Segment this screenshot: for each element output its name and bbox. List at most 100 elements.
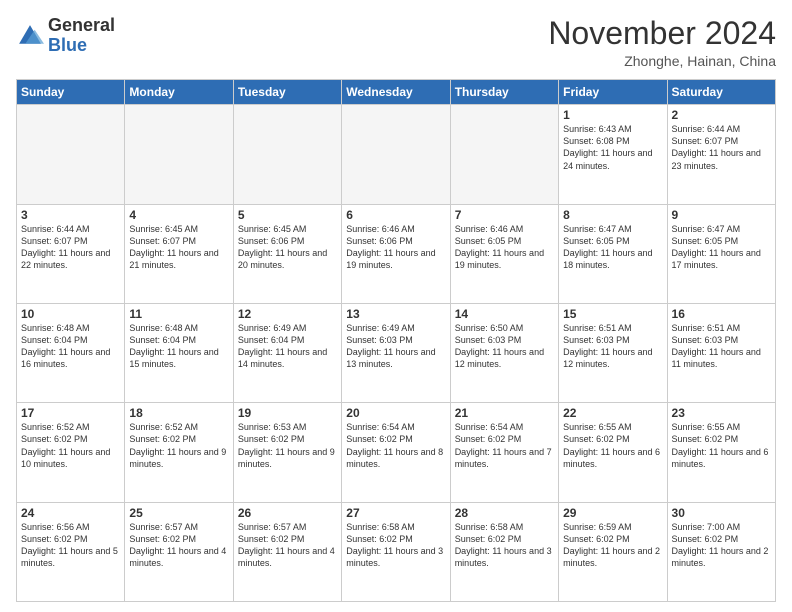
calendar-cell bbox=[450, 105, 558, 204]
calendar-cell: 12Sunrise: 6:49 AMSunset: 6:04 PMDayligh… bbox=[233, 303, 341, 402]
day-number: 19 bbox=[238, 406, 337, 420]
calendar-cell: 15Sunrise: 6:51 AMSunset: 6:03 PMDayligh… bbox=[559, 303, 667, 402]
day-number: 29 bbox=[563, 506, 662, 520]
day-info: Sunrise: 6:43 AMSunset: 6:08 PMDaylight:… bbox=[563, 123, 662, 172]
day-info: Sunrise: 6:48 AMSunset: 6:04 PMDaylight:… bbox=[21, 322, 120, 371]
day-number: 23 bbox=[672, 406, 771, 420]
col-wednesday: Wednesday bbox=[342, 80, 450, 105]
logo-icon bbox=[16, 22, 44, 50]
day-info: Sunrise: 6:55 AMSunset: 6:02 PMDaylight:… bbox=[672, 421, 771, 470]
calendar: Sunday Monday Tuesday Wednesday Thursday… bbox=[16, 79, 776, 602]
logo-general-text: General bbox=[48, 15, 115, 35]
day-info: Sunrise: 6:51 AMSunset: 6:03 PMDaylight:… bbox=[672, 322, 771, 371]
day-info: Sunrise: 6:57 AMSunset: 6:02 PMDaylight:… bbox=[129, 521, 228, 570]
col-tuesday: Tuesday bbox=[233, 80, 341, 105]
day-number: 3 bbox=[21, 208, 120, 222]
day-info: Sunrise: 7:00 AMSunset: 6:02 PMDaylight:… bbox=[672, 521, 771, 570]
day-number: 4 bbox=[129, 208, 228, 222]
location: Zhonghe, Hainan, China bbox=[548, 53, 776, 69]
calendar-cell: 29Sunrise: 6:59 AMSunset: 6:02 PMDayligh… bbox=[559, 502, 667, 601]
day-info: Sunrise: 6:52 AMSunset: 6:02 PMDaylight:… bbox=[129, 421, 228, 470]
logo-blue-text: Blue bbox=[48, 35, 87, 55]
calendar-cell: 11Sunrise: 6:48 AMSunset: 6:04 PMDayligh… bbox=[125, 303, 233, 402]
day-number: 28 bbox=[455, 506, 554, 520]
col-monday: Monday bbox=[125, 80, 233, 105]
day-number: 11 bbox=[129, 307, 228, 321]
day-info: Sunrise: 6:52 AMSunset: 6:02 PMDaylight:… bbox=[21, 421, 120, 470]
calendar-week-3: 17Sunrise: 6:52 AMSunset: 6:02 PMDayligh… bbox=[17, 403, 776, 502]
page-header: General Blue November 2024 Zhonghe, Hain… bbox=[16, 16, 776, 69]
day-number: 21 bbox=[455, 406, 554, 420]
calendar-cell: 9Sunrise: 6:47 AMSunset: 6:05 PMDaylight… bbox=[667, 204, 775, 303]
calendar-cell: 30Sunrise: 7:00 AMSunset: 6:02 PMDayligh… bbox=[667, 502, 775, 601]
calendar-cell: 3Sunrise: 6:44 AMSunset: 6:07 PMDaylight… bbox=[17, 204, 125, 303]
day-info: Sunrise: 6:50 AMSunset: 6:03 PMDaylight:… bbox=[455, 322, 554, 371]
day-number: 24 bbox=[21, 506, 120, 520]
day-info: Sunrise: 6:48 AMSunset: 6:04 PMDaylight:… bbox=[129, 322, 228, 371]
calendar-week-0: 1Sunrise: 6:43 AMSunset: 6:08 PMDaylight… bbox=[17, 105, 776, 204]
day-info: Sunrise: 6:54 AMSunset: 6:02 PMDaylight:… bbox=[346, 421, 445, 470]
day-number: 6 bbox=[346, 208, 445, 222]
day-info: Sunrise: 6:46 AMSunset: 6:05 PMDaylight:… bbox=[455, 223, 554, 272]
day-info: Sunrise: 6:49 AMSunset: 6:03 PMDaylight:… bbox=[346, 322, 445, 371]
day-number: 1 bbox=[563, 108, 662, 122]
calendar-cell: 8Sunrise: 6:47 AMSunset: 6:05 PMDaylight… bbox=[559, 204, 667, 303]
day-number: 22 bbox=[563, 406, 662, 420]
calendar-cell: 20Sunrise: 6:54 AMSunset: 6:02 PMDayligh… bbox=[342, 403, 450, 502]
calendar-header-row: Sunday Monday Tuesday Wednesday Thursday… bbox=[17, 80, 776, 105]
day-info: Sunrise: 6:57 AMSunset: 6:02 PMDaylight:… bbox=[238, 521, 337, 570]
day-info: Sunrise: 6:53 AMSunset: 6:02 PMDaylight:… bbox=[238, 421, 337, 470]
day-number: 2 bbox=[672, 108, 771, 122]
calendar-week-4: 24Sunrise: 6:56 AMSunset: 6:02 PMDayligh… bbox=[17, 502, 776, 601]
calendar-cell: 28Sunrise: 6:58 AMSunset: 6:02 PMDayligh… bbox=[450, 502, 558, 601]
day-info: Sunrise: 6:59 AMSunset: 6:02 PMDaylight:… bbox=[563, 521, 662, 570]
day-number: 25 bbox=[129, 506, 228, 520]
day-number: 12 bbox=[238, 307, 337, 321]
day-number: 20 bbox=[346, 406, 445, 420]
calendar-cell bbox=[125, 105, 233, 204]
day-info: Sunrise: 6:58 AMSunset: 6:02 PMDaylight:… bbox=[346, 521, 445, 570]
day-number: 16 bbox=[672, 307, 771, 321]
calendar-cell bbox=[233, 105, 341, 204]
day-info: Sunrise: 6:58 AMSunset: 6:02 PMDaylight:… bbox=[455, 521, 554, 570]
calendar-week-2: 10Sunrise: 6:48 AMSunset: 6:04 PMDayligh… bbox=[17, 303, 776, 402]
day-info: Sunrise: 6:44 AMSunset: 6:07 PMDaylight:… bbox=[21, 223, 120, 272]
calendar-cell: 10Sunrise: 6:48 AMSunset: 6:04 PMDayligh… bbox=[17, 303, 125, 402]
day-number: 26 bbox=[238, 506, 337, 520]
calendar-cell: 23Sunrise: 6:55 AMSunset: 6:02 PMDayligh… bbox=[667, 403, 775, 502]
calendar-cell: 2Sunrise: 6:44 AMSunset: 6:07 PMDaylight… bbox=[667, 105, 775, 204]
day-number: 17 bbox=[21, 406, 120, 420]
title-block: November 2024 Zhonghe, Hainan, China bbox=[548, 16, 776, 69]
calendar-cell: 16Sunrise: 6:51 AMSunset: 6:03 PMDayligh… bbox=[667, 303, 775, 402]
calendar-cell: 18Sunrise: 6:52 AMSunset: 6:02 PMDayligh… bbox=[125, 403, 233, 502]
day-info: Sunrise: 6:55 AMSunset: 6:02 PMDaylight:… bbox=[563, 421, 662, 470]
day-number: 27 bbox=[346, 506, 445, 520]
calendar-cell: 22Sunrise: 6:55 AMSunset: 6:02 PMDayligh… bbox=[559, 403, 667, 502]
day-info: Sunrise: 6:47 AMSunset: 6:05 PMDaylight:… bbox=[672, 223, 771, 272]
day-info: Sunrise: 6:45 AMSunset: 6:06 PMDaylight:… bbox=[238, 223, 337, 272]
calendar-cell: 21Sunrise: 6:54 AMSunset: 6:02 PMDayligh… bbox=[450, 403, 558, 502]
calendar-cell: 27Sunrise: 6:58 AMSunset: 6:02 PMDayligh… bbox=[342, 502, 450, 601]
calendar-cell: 14Sunrise: 6:50 AMSunset: 6:03 PMDayligh… bbox=[450, 303, 558, 402]
calendar-cell: 25Sunrise: 6:57 AMSunset: 6:02 PMDayligh… bbox=[125, 502, 233, 601]
day-info: Sunrise: 6:46 AMSunset: 6:06 PMDaylight:… bbox=[346, 223, 445, 272]
calendar-cell: 26Sunrise: 6:57 AMSunset: 6:02 PMDayligh… bbox=[233, 502, 341, 601]
calendar-cell: 17Sunrise: 6:52 AMSunset: 6:02 PMDayligh… bbox=[17, 403, 125, 502]
col-friday: Friday bbox=[559, 80, 667, 105]
calendar-cell bbox=[17, 105, 125, 204]
calendar-cell: 6Sunrise: 6:46 AMSunset: 6:06 PMDaylight… bbox=[342, 204, 450, 303]
calendar-week-1: 3Sunrise: 6:44 AMSunset: 6:07 PMDaylight… bbox=[17, 204, 776, 303]
calendar-cell: 13Sunrise: 6:49 AMSunset: 6:03 PMDayligh… bbox=[342, 303, 450, 402]
calendar-cell: 7Sunrise: 6:46 AMSunset: 6:05 PMDaylight… bbox=[450, 204, 558, 303]
day-number: 18 bbox=[129, 406, 228, 420]
day-number: 13 bbox=[346, 307, 445, 321]
calendar-cell: 4Sunrise: 6:45 AMSunset: 6:07 PMDaylight… bbox=[125, 204, 233, 303]
col-saturday: Saturday bbox=[667, 80, 775, 105]
day-number: 30 bbox=[672, 506, 771, 520]
day-info: Sunrise: 6:49 AMSunset: 6:04 PMDaylight:… bbox=[238, 322, 337, 371]
day-number: 9 bbox=[672, 208, 771, 222]
logo: General Blue bbox=[16, 16, 115, 56]
day-number: 5 bbox=[238, 208, 337, 222]
month-title: November 2024 bbox=[548, 16, 776, 51]
calendar-cell: 1Sunrise: 6:43 AMSunset: 6:08 PMDaylight… bbox=[559, 105, 667, 204]
